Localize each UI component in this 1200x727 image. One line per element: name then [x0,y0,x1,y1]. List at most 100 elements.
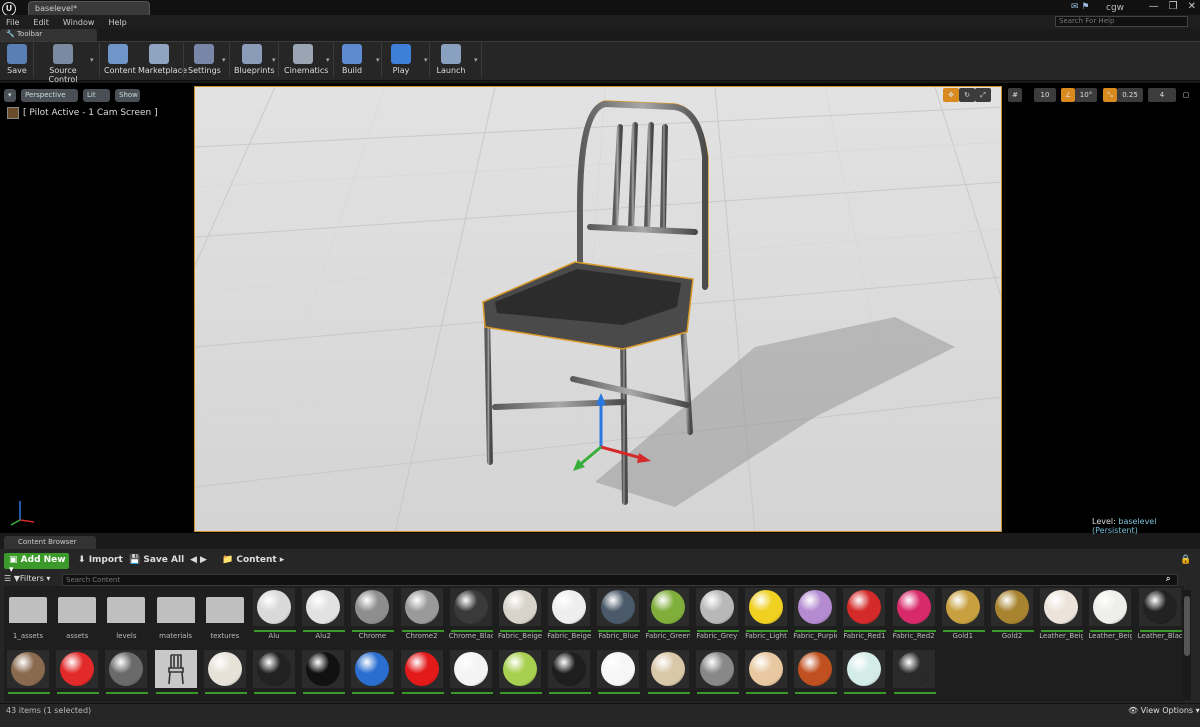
menu-file[interactable]: File [6,18,19,27]
material-tile[interactable]: Leather_Black [1138,588,1182,640]
material-tile[interactable] [55,650,100,696]
dropdown-arrow-icon[interactable]: ▾ [272,56,276,64]
material-tile[interactable] [793,650,838,696]
notification-icons[interactable]: ✉ ⚑ [1071,2,1089,12]
menu-help[interactable]: Help [108,18,126,27]
settings-button[interactable]: Settings [188,44,221,75]
dropdown-arrow-icon[interactable]: ▾ [376,56,380,64]
asset-grid-scrollbar[interactable] [1183,590,1191,700]
rotation-snap-icon[interactable]: ∠ [1061,88,1075,102]
material-tile[interactable] [301,650,346,696]
material-tile[interactable]: Gold2 [990,588,1034,640]
material-tile[interactable]: Alu2 [301,588,346,640]
maximize-icon[interactable]: ❐ [1169,1,1178,12]
material-tile[interactable]: Chrome [350,588,395,640]
import-button[interactable]: ⬇ Import [78,555,123,565]
history-back-icon[interactable]: ◀ ▶ [190,555,207,565]
rotation-snap-value[interactable]: 10° [1075,88,1097,102]
camera-speed-value[interactable]: 4 [1148,88,1176,102]
material-tile[interactable]: Fabric_Purple1 [793,588,838,640]
save-button[interactable]: Save [4,44,30,75]
camera-pilot-icon[interactable] [7,107,19,119]
material-tile[interactable]: Leather_Beige [1039,588,1084,640]
content-path[interactable]: 📁 Content ▸ [222,555,284,565]
material-tile[interactable] [498,650,542,696]
folder-tile[interactable]: materials [154,588,198,640]
material-tile[interactable]: Fabric_Beige_001 [498,588,542,640]
content-browser-tab[interactable]: Content Browser [4,536,96,549]
level-viewport[interactable] [194,86,1002,532]
save-all-button[interactable]: 💾 Save All [129,555,184,565]
select-mode-icon[interactable]: ✥ [943,88,959,102]
perspective-button[interactable]: Perspective [21,89,78,102]
folder-tile[interactable]: levels [104,588,148,640]
folder-tile[interactable]: 1_assets [6,588,50,640]
material-tile[interactable] [203,650,247,696]
maximize-viewport-icon[interactable]: ▢ [1180,88,1192,102]
filters-button[interactable]: ☰ ▼Filters ▾ [4,574,58,585]
material-tile[interactable]: Fabric_Red2 [892,588,936,640]
content-search-input[interactable]: Search Content [62,574,1178,586]
dropdown-arrow-icon[interactable]: ▾ [326,56,330,64]
show-button[interactable]: Show [115,89,140,102]
material-tile[interactable] [252,650,296,696]
material-tile[interactable] [547,650,592,696]
material-tile[interactable] [154,650,198,696]
menu-edit[interactable]: Edit [33,18,49,27]
minimize-icon[interactable]: — [1149,1,1159,12]
material-tile[interactable]: Fabric_Grey [695,588,739,640]
dropdown-arrow-icon[interactable]: ▾ [222,56,226,64]
viewport-options-icon[interactable]: ▾ [4,89,16,102]
rotate-mode-icon[interactable]: ↻ [959,88,975,102]
material-tile[interactable] [842,650,887,696]
lock-icon[interactable]: 🔒 [1180,555,1191,565]
build-button[interactable]: Build [338,44,366,75]
source-control-button[interactable]: Source Control [38,44,88,84]
window-controls[interactable]: — ❐ ✕ [1149,1,1196,12]
material-tile[interactable] [596,650,641,696]
material-tile[interactable] [744,650,788,696]
close-icon[interactable]: ✕ [1188,1,1196,12]
dropdown-arrow-icon[interactable]: ▾ [90,56,94,64]
material-tile[interactable]: Chrome2 [400,588,444,640]
material-tile[interactable]: Fabric_Beige_002 [547,588,592,640]
dropdown-arrow-icon[interactable]: ▾ [424,56,428,64]
dropdown-arrow-icon[interactable]: ▾ [474,56,478,64]
folder-tile[interactable]: textures [203,588,247,640]
material-tile[interactable]: Chrome_Black [449,588,493,640]
material-tile[interactable] [6,650,50,696]
material-tile[interactable] [350,650,395,696]
cinematics-button[interactable]: Cinematics [284,44,328,75]
material-tile[interactable]: Fabric_Red1 [842,588,887,640]
play-button[interactable]: Play [386,44,416,75]
view-options-button[interactable]: 👁 View Options ▾ [1128,706,1200,715]
scale-mode-icon[interactable]: ⤢ [975,88,991,102]
blueprints-button[interactable]: Blueprints [234,44,275,75]
material-tile[interactable] [695,650,739,696]
add-new-button[interactable]: ▣ Add New ▾ [4,553,69,575]
folder-tile[interactable]: assets [55,588,99,640]
grid-snap-icon[interactable]: # [1008,88,1022,102]
menu-window[interactable]: Window [63,18,95,27]
material-tile[interactable] [646,650,690,696]
material-tile[interactable]: Fabric_Light [744,588,788,640]
material-tile[interactable] [104,650,149,696]
material-tile[interactable]: Alu [252,588,296,640]
material-tile[interactable]: Gold1 [941,588,985,640]
scale-snap-icon[interactable]: ⤡ [1103,88,1117,102]
content-button[interactable]: Content [104,44,136,75]
material-tile[interactable]: Leather_Beige_002 [1088,588,1133,640]
scale-snap-value[interactable]: 0.25 [1117,88,1143,102]
material-tile[interactable] [400,650,444,696]
material-tile[interactable]: Fabric_Blue [596,588,641,640]
help-search-input[interactable]: Search For Help [1055,16,1188,27]
grid-snap-value[interactable]: 10 [1034,88,1056,102]
material-tile[interactable] [892,650,936,696]
launch-button[interactable]: Launch [434,44,468,75]
material-tile[interactable] [449,650,493,696]
toolbar-tab[interactable]: 🔧 Toolbar [0,29,97,41]
document-tab[interactable]: baselevel* [28,1,150,15]
marketplace-button[interactable]: Marketplace [138,44,187,75]
material-tile[interactable]: Fabric_Green [646,588,690,640]
lit-button[interactable]: Lit [83,89,110,102]
